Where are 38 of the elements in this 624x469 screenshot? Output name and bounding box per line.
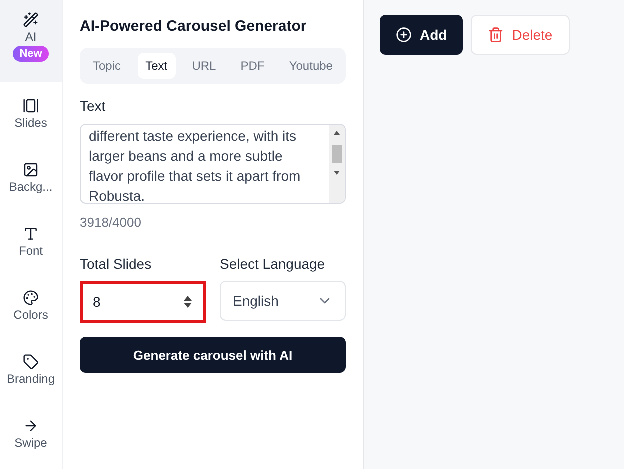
language-label: Select Language bbox=[220, 256, 326, 272]
wand-icon bbox=[23, 12, 39, 28]
sidebar-label: AI bbox=[25, 30, 37, 44]
scroll-down-icon[interactable] bbox=[333, 169, 341, 177]
sidebar-item[interactable]: AI New bbox=[0, 0, 62, 82]
stepper-icon[interactable] bbox=[183, 295, 193, 309]
tab[interactable]: Topic bbox=[85, 53, 130, 79]
tab[interactable]: PDF bbox=[232, 53, 273, 79]
text-label: Text bbox=[80, 98, 107, 114]
tab[interactable]: Text bbox=[138, 53, 176, 79]
scroll-thumb[interactable] bbox=[332, 145, 342, 163]
new-badge: New bbox=[12, 46, 50, 62]
sidebar-label: Colors bbox=[14, 308, 48, 322]
delete-button[interactable]: Delete bbox=[471, 15, 570, 55]
scrollbar[interactable] bbox=[329, 125, 345, 203]
generate-button[interactable]: Generate carousel with AI bbox=[80, 337, 346, 373]
panel-title: AI-Powered Carousel Generator bbox=[80, 18, 308, 35]
tag-icon bbox=[23, 354, 39, 370]
sidebar-label: Slides bbox=[14, 116, 48, 130]
sidebar-label: Font bbox=[18, 244, 43, 258]
character-counter: 3918/4000 bbox=[80, 215, 142, 230]
font-icon bbox=[23, 226, 39, 242]
image-icon bbox=[23, 162, 39, 178]
add-button[interactable]: Add bbox=[380, 15, 464, 55]
number-field[interactable]: 8 bbox=[80, 281, 206, 323]
plus-circle-icon bbox=[396, 27, 412, 43]
slides-icon bbox=[23, 98, 39, 114]
trash-icon bbox=[488, 27, 504, 43]
scroll-up-icon[interactable] bbox=[333, 129, 341, 137]
total-slides-label: Total Slides bbox=[80, 256, 153, 272]
sidebar-label: Swipe bbox=[14, 436, 48, 450]
tab[interactable]: Youtube bbox=[281, 53, 341, 79]
sidebar-label: Backg... bbox=[9, 180, 53, 194]
tab[interactable]: URL bbox=[184, 53, 224, 79]
palette-icon bbox=[23, 290, 39, 306]
text-area[interactable]: different taste experience, with its larger beans and a more subtle flavor profile that sets it apart from Robusta. bbox=[80, 124, 346, 204]
language-select[interactable]: English bbox=[220, 281, 346, 321]
sidebar-label: Branding bbox=[6, 372, 56, 386]
